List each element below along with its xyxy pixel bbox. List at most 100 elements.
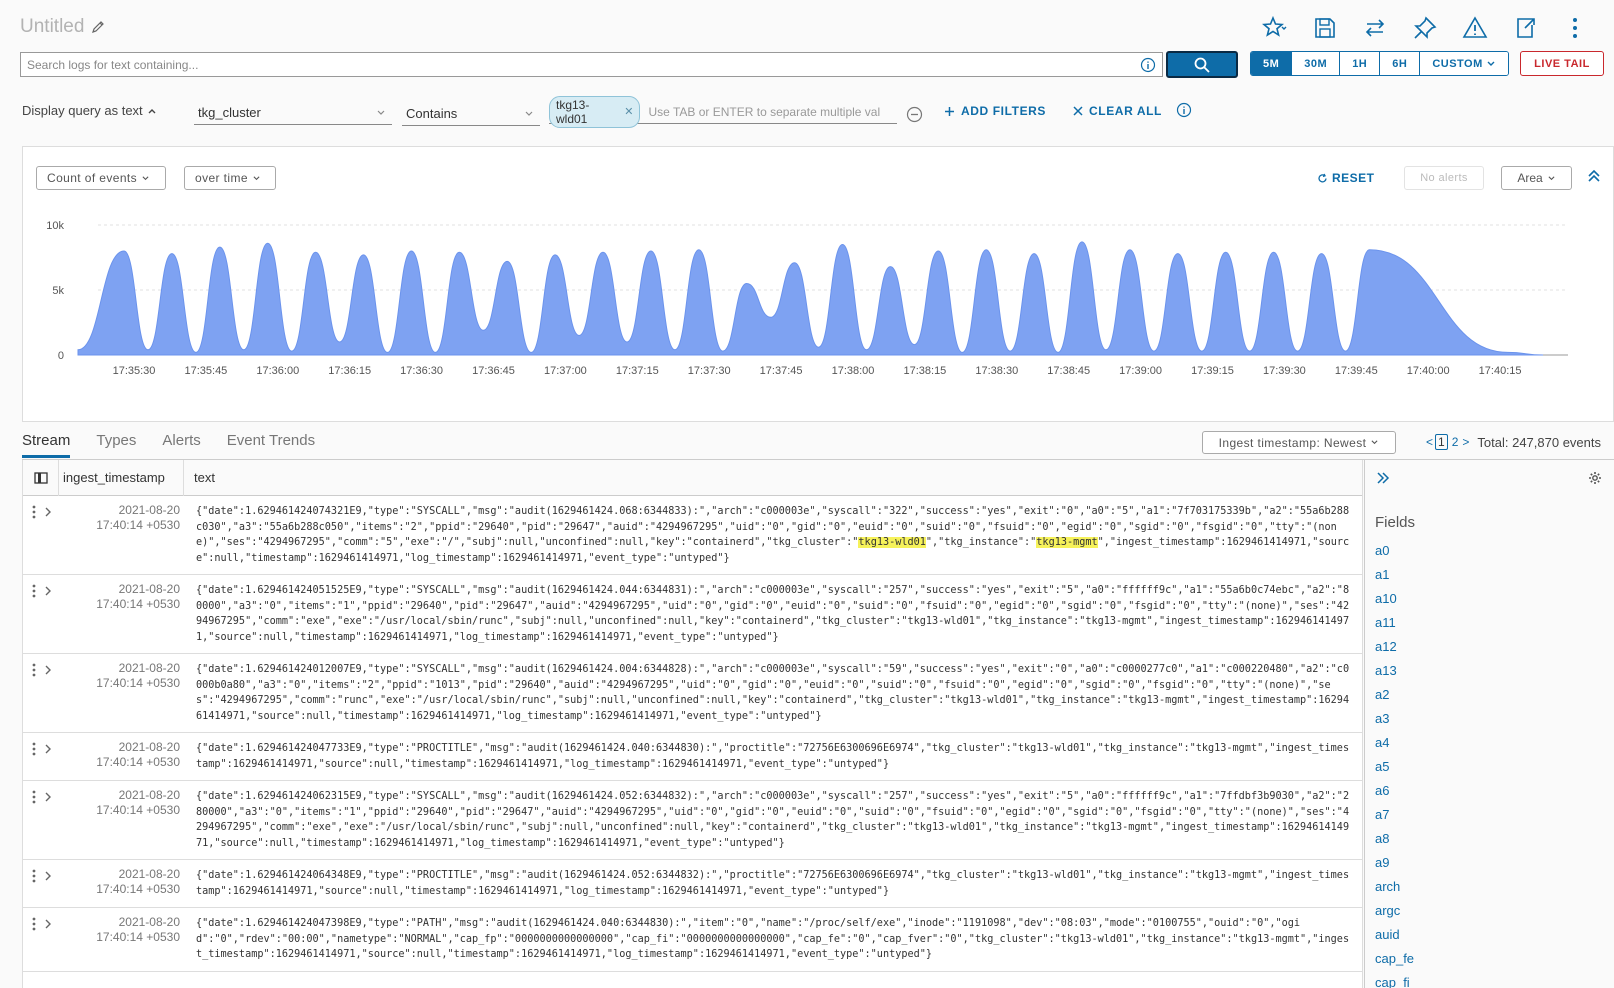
save-button[interactable] [1300, 12, 1350, 44]
metric-select-label: Count of events [47, 171, 138, 185]
search-input[interactable] [21, 53, 1140, 76]
tab-alerts[interactable]: Alerts [162, 432, 200, 458]
field-a6[interactable]: a6 [1365, 779, 1614, 803]
remove-filter-icon[interactable] [906, 106, 923, 123]
next-page-icon[interactable]: > [1462, 435, 1469, 449]
table-row: 2021-08-20 17:40:14 +0530 {"date":1.62946… [23, 781, 1362, 860]
row-time: 17:40:14 +0530 [96, 930, 180, 944]
refresh-icon [1318, 173, 1327, 182]
time-range-6h[interactable]: 6H [1380, 52, 1421, 75]
chevron-right-icon[interactable] [43, 789, 53, 805]
prev-page-icon[interactable]: < [1426, 435, 1433, 449]
y-tick-label: 10k [46, 220, 64, 232]
row-menu-icon[interactable] [29, 741, 39, 757]
favorite-button[interactable] [1250, 12, 1300, 44]
field-a5[interactable]: a5 [1365, 755, 1614, 779]
page-2[interactable]: 2 [1450, 435, 1461, 449]
pencil-icon[interactable] [90, 19, 106, 35]
column-header-ingest-timestamp[interactable]: ingest_timestamp [59, 460, 184, 496]
row-text[interactable]: {"date":1.629461424062315E9,"type":"SYSC… [184, 781, 1362, 859]
tab-event-trends[interactable]: Event Trends [227, 432, 315, 458]
chevron-right-icon[interactable] [43, 741, 53, 757]
chevron-right-icon[interactable] [43, 583, 53, 599]
field-a4[interactable]: a4 [1365, 731, 1614, 755]
info-icon[interactable] [1176, 102, 1192, 118]
alert-icon [1462, 16, 1488, 38]
column-header-text[interactable]: text [184, 470, 215, 485]
x-tick-label: 17:36:45 [472, 365, 515, 377]
field-a10[interactable]: a10 [1365, 587, 1614, 611]
field-a1[interactable]: a1 [1365, 563, 1614, 587]
field-a12[interactable]: a12 [1365, 635, 1614, 659]
table-row: 2021-08-20 17:40:14 +0530 {"date":1.62946… [23, 908, 1362, 972]
clear-all-button[interactable]: CLEAR ALL [1073, 104, 1162, 118]
field-a3[interactable]: a3 [1365, 707, 1614, 731]
display-query-toggle[interactable]: Display query as text [22, 103, 157, 118]
collapse-chart-icon[interactable] [1585, 167, 1603, 185]
row-menu-icon[interactable] [29, 916, 39, 932]
chip-remove-icon[interactable]: ✕ [624, 105, 633, 118]
field-a0[interactable]: a0 [1365, 539, 1614, 563]
pin-button[interactable] [1400, 12, 1450, 44]
row-text[interactable]: {"date":1.629461424047733E9,"type":"PROC… [184, 733, 1362, 780]
gear-icon[interactable] [1588, 471, 1602, 485]
more-button[interactable] [1550, 12, 1600, 44]
grouping-select[interactable]: over time [184, 166, 276, 190]
sort-select[interactable]: Ingest timestamp: Newest [1202, 431, 1396, 454]
time-range-custom[interactable]: CUSTOM [1420, 52, 1508, 75]
pagination: < 1 2 > Total: 247,870 events [1426, 434, 1601, 450]
row-menu-icon[interactable] [29, 583, 39, 599]
field-a11[interactable]: a11 [1365, 611, 1614, 635]
field-a8[interactable]: a8 [1365, 827, 1614, 851]
alert-button[interactable] [1450, 12, 1500, 44]
chevron-right-icon[interactable] [43, 868, 53, 884]
field-arch[interactable]: arch [1365, 875, 1614, 899]
row-controls [23, 733, 59, 780]
filter-operator-select[interactable]: Contains [402, 102, 540, 126]
chevron-right-icon[interactable] [43, 916, 53, 932]
compare-button[interactable] [1350, 12, 1400, 44]
add-filters-button[interactable]: ADD FILTERS [944, 104, 1046, 118]
chevron-right-icon[interactable] [43, 662, 53, 678]
time-range-5m[interactable]: 5M [1251, 52, 1293, 75]
field-argc[interactable]: argc [1365, 899, 1614, 923]
filter-value-input[interactable] [648, 104, 897, 119]
row-text[interactable]: {"date":1.629461424051525E9,"type":"SYSC… [184, 575, 1362, 653]
field-cap-fi[interactable]: cap_fi [1365, 971, 1614, 988]
tab-stream[interactable]: Stream [22, 432, 71, 458]
time-range-30m[interactable]: 30M [1292, 52, 1341, 75]
chevron-right-icon[interactable] [43, 504, 53, 520]
field-a9[interactable]: a9 [1365, 851, 1614, 875]
row-text[interactable]: {"date":1.629461424074321E9,"type":"SYSC… [184, 496, 1362, 574]
row-text[interactable]: {"date":1.629461424012007E9,"type":"SYSC… [184, 654, 1362, 732]
filter-field-select[interactable]: tkg_cluster [194, 101, 392, 125]
row-menu-icon[interactable] [29, 662, 39, 678]
row-menu-icon[interactable] [29, 868, 39, 884]
column-toggle-button[interactable] [23, 460, 59, 496]
field-a13[interactable]: a13 [1365, 659, 1614, 683]
chart-type-select[interactable]: Area [1501, 166, 1572, 190]
live-tail-button[interactable]: LIVE TAIL [1520, 51, 1604, 76]
metric-select[interactable]: Count of events [36, 166, 166, 190]
info-icon[interactable] [1140, 57, 1156, 73]
field-cap-fe[interactable]: cap_fe [1365, 947, 1614, 971]
double-chevron-right-icon[interactable] [1375, 471, 1391, 485]
row-menu-icon[interactable] [29, 789, 39, 805]
fields-panel-toolbar [1365, 460, 1614, 496]
row-text[interactable]: {"date":1.629461424064348E9,"type":"PROC… [184, 860, 1362, 907]
tab-types[interactable]: Types [96, 432, 136, 458]
reset-button[interactable]: RESET [1317, 171, 1375, 185]
export-button[interactable] [1500, 12, 1550, 44]
field-auid[interactable]: auid [1365, 923, 1614, 947]
x-tick-label: 17:37:30 [688, 365, 731, 377]
alerts-button[interactable]: No alerts [1404, 166, 1484, 190]
search-button[interactable] [1166, 51, 1238, 78]
page-title[interactable]: Untitled [20, 16, 84, 38]
chevron-down-icon [1371, 440, 1378, 445]
row-text[interactable]: {"date":1.629461424047398E9,"type":"PATH… [184, 908, 1362, 971]
field-a2[interactable]: a2 [1365, 683, 1614, 707]
field-a7[interactable]: a7 [1365, 803, 1614, 827]
page-1[interactable]: 1 [1435, 434, 1448, 450]
row-menu-icon[interactable] [29, 504, 39, 520]
time-range-1h[interactable]: 1H [1340, 52, 1381, 75]
